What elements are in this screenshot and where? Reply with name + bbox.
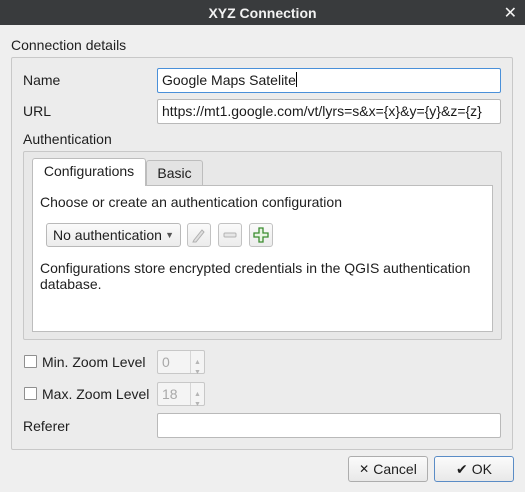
cancel-button[interactable]: ✕ Cancel: [348, 456, 428, 482]
chevron-down-icon: ▼: [165, 230, 174, 240]
check-icon: ✔: [456, 461, 468, 477]
close-icon[interactable]: ✕: [504, 3, 517, 23]
tab-basic[interactable]: Basic: [146, 160, 203, 186]
cancel-label: Cancel: [373, 461, 417, 477]
url-input[interactable]: https://mt1.google.com/vt/lyrs=s&x={x}&y…: [157, 99, 501, 124]
min-zoom-value: 0: [162, 354, 170, 370]
max-zoom-value: 18: [162, 386, 178, 402]
ok-button[interactable]: ✔ OK: [434, 456, 514, 482]
auth-config-value: No authentication: [53, 227, 162, 243]
max-zoom-label: Max. Zoom Level: [42, 386, 150, 402]
max-zoom-spinbox[interactable]: 18 ▲ ▼: [157, 382, 205, 408]
remove-config-button[interactable]: [218, 223, 242, 247]
url-value: https://mt1.google.com/vt/lyrs=s&x={x}&y…: [162, 103, 482, 119]
text-caret: [295, 72, 297, 87]
spin-arrows[interactable]: ▲ ▼: [190, 351, 204, 376]
min-zoom-checkbox[interactable]: [24, 355, 37, 368]
ok-label: OK: [471, 461, 492, 477]
window-title: XYZ Connection: [208, 4, 317, 21]
tab-configurations[interactable]: Configurations: [32, 158, 146, 186]
auth-config-select[interactable]: No authentication ▼: [46, 223, 181, 247]
plus-icon: [253, 227, 269, 243]
spin-down-icon: ▼: [194, 369, 201, 376]
pencil-icon: [192, 229, 205, 243]
window-titlebar: XYZ Connection ✕: [0, 0, 525, 25]
x-icon: ✕: [359, 462, 370, 476]
name-value: Google Maps Satelite: [162, 72, 296, 88]
name-label: Name: [23, 72, 61, 88]
auth-info-text: Configurations store encrypted credentia…: [40, 260, 471, 292]
referer-label: Referer: [23, 418, 70, 434]
choose-config-text: Choose or create an authentication confi…: [40, 194, 342, 210]
group-title: Connection details: [11, 37, 127, 53]
edit-config-button[interactable]: [187, 223, 211, 247]
name-input[interactable]: Google Maps Satelite: [157, 68, 501, 93]
referer-input[interactable]: [157, 413, 501, 438]
min-zoom-label: Min. Zoom Level: [42, 354, 146, 370]
add-config-button[interactable]: [249, 223, 273, 247]
minus-icon: [223, 232, 237, 238]
authentication-title: Authentication: [23, 131, 112, 147]
spin-arrows[interactable]: ▲ ▼: [190, 383, 204, 408]
min-zoom-spinbox[interactable]: 0 ▲ ▼: [157, 350, 205, 376]
url-label: URL: [23, 103, 52, 119]
max-zoom-checkbox[interactable]: [24, 387, 37, 400]
